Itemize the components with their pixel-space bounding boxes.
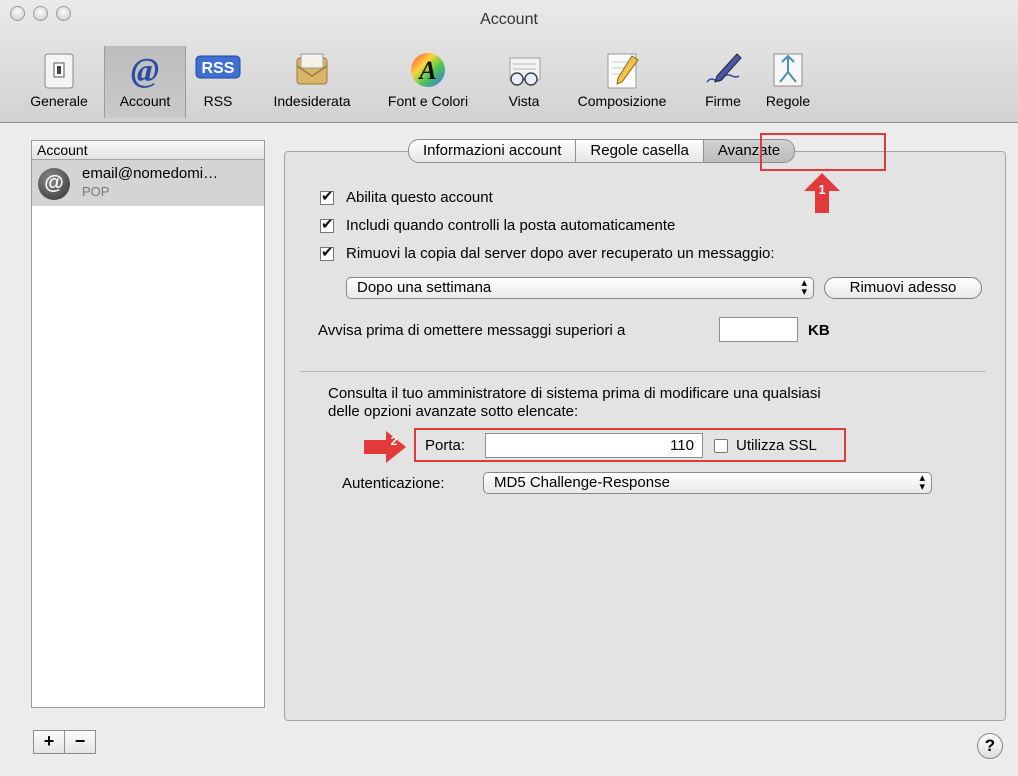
svg-text:@: @ bbox=[131, 52, 159, 89]
svg-text:RSS: RSS bbox=[202, 60, 235, 77]
enable-account-checkbox[interactable] bbox=[320, 187, 334, 205]
admin-note-line2: delle opzioni avanzate sotto elencate: bbox=[328, 403, 579, 420]
window-title: Account bbox=[480, 11, 538, 28]
account-list: Account @ email@nomedomi… POP bbox=[31, 140, 265, 708]
annotation-arrow-up-icon: 1 bbox=[804, 173, 840, 213]
svg-text:1: 1 bbox=[818, 182, 825, 197]
enable-account-label: Abilita questo account bbox=[346, 189, 493, 206]
help-button[interactable]: ? bbox=[977, 733, 1003, 759]
toolbar-firme[interactable]: Firme bbox=[690, 50, 756, 114]
include-auto-check-label: Includi quando controlli la posta automa… bbox=[346, 217, 676, 234]
port-input[interactable]: 110 bbox=[485, 433, 703, 458]
add-account-button[interactable]: + bbox=[33, 730, 65, 754]
remove-copy-label: Rimuovi la copia dal server dopo aver re… bbox=[346, 245, 775, 262]
svg-text:2: 2 bbox=[391, 434, 398, 448]
toolbar-vista[interactable]: Vista bbox=[496, 50, 552, 114]
general-switch-icon bbox=[44, 53, 74, 89]
warn-size-input[interactable] bbox=[719, 317, 798, 342]
rules-arrows-icon bbox=[773, 53, 803, 87]
admin-note-line1: Consulta il tuo amministratore di sistem… bbox=[328, 385, 821, 402]
rss-icon: RSS bbox=[195, 55, 241, 79]
updown-chevron-icon: ▴ ▾ bbox=[801, 277, 807, 298]
glasses-icon bbox=[509, 57, 541, 86]
remove-account-button[interactable]: − bbox=[64, 730, 96, 754]
updown-chevron-icon: ▴ ▾ bbox=[919, 472, 925, 493]
tab-regole-casella[interactable]: Regole casella bbox=[576, 139, 704, 163]
tab-informazioni-account[interactable]: Informazioni account bbox=[408, 139, 577, 163]
warn-size-label: Avvisa prima di omettere messaggi superi… bbox=[318, 322, 626, 339]
use-ssl-checkbox[interactable] bbox=[714, 439, 728, 453]
svg-text:A: A bbox=[417, 56, 436, 85]
auth-method-value: MD5 Challenge-Response bbox=[494, 474, 670, 491]
toolbar-account[interactable]: @ Account bbox=[104, 46, 186, 118]
preferences-window: Account Generale @ Account RSS RSS Indes… bbox=[0, 0, 1018, 776]
section-divider bbox=[300, 371, 986, 372]
signature-pen-icon bbox=[706, 53, 742, 83]
annotation-arrow-right-icon: 2 bbox=[364, 431, 406, 463]
toolbar-generale[interactable]: Generale bbox=[18, 50, 100, 114]
toolbar-indesiderata[interactable]: Indesiderata bbox=[258, 50, 366, 114]
toolbar-composizione[interactable]: Composizione bbox=[560, 50, 684, 114]
account-row[interactable]: @ email@nomedomi… POP bbox=[32, 160, 264, 206]
font-colors-icon: A bbox=[411, 53, 445, 87]
auth-method-select[interactable]: MD5 Challenge-Response ▴ ▾ bbox=[483, 472, 932, 494]
account-avatar-icon: @ bbox=[38, 168, 70, 200]
account-type: POP bbox=[82, 184, 110, 199]
remove-after-value: Dopo una settimana bbox=[357, 279, 492, 296]
port-label: Porta: bbox=[425, 437, 466, 454]
account-list-header: Account bbox=[32, 141, 264, 160]
at-sign-icon: @ bbox=[131, 52, 159, 89]
titlebar: Account Generale @ Account RSS RSS Indes… bbox=[0, 0, 1018, 123]
remove-copy-checkbox[interactable] bbox=[320, 243, 334, 261]
auth-label: Autenticazione: bbox=[342, 475, 445, 492]
remove-after-select[interactable]: Dopo una settimana ▴ ▾ bbox=[346, 277, 814, 299]
compose-pencil-icon bbox=[607, 53, 639, 89]
tab-bar: Informazioni account Regole casella Avan… bbox=[408, 139, 796, 163]
include-auto-check-checkbox[interactable] bbox=[320, 215, 334, 233]
junk-mail-icon bbox=[296, 53, 328, 85]
toolbar-rss[interactable]: RSS RSS bbox=[188, 50, 248, 114]
toolbar-regole[interactable]: Regole bbox=[760, 50, 816, 114]
toolbar-font-colori[interactable]: A Font e Colori bbox=[372, 50, 484, 114]
use-ssl-label: Utilizza SSL bbox=[736, 437, 817, 454]
warn-size-unit: KB bbox=[808, 322, 830, 339]
account-email: email@nomedomi… bbox=[82, 165, 219, 182]
remove-now-button[interactable]: Rimuovi adesso bbox=[824, 277, 982, 299]
highlight-box-avanzate bbox=[760, 133, 886, 171]
